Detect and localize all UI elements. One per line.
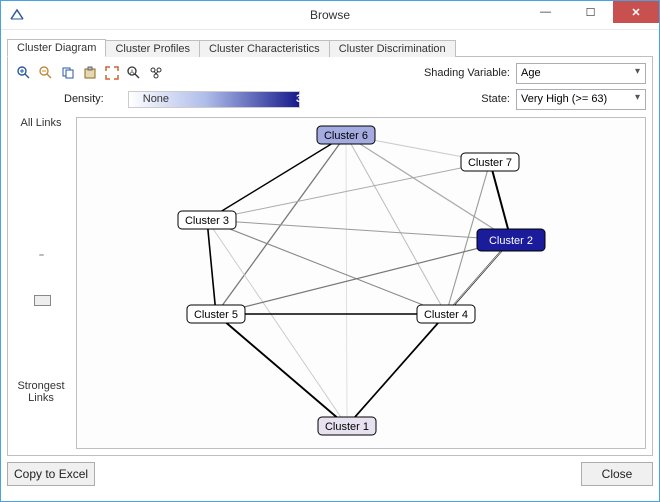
find-icon[interactable]: A	[124, 63, 144, 83]
tab-strip: Cluster Diagram Cluster Profiles Cluster…	[7, 35, 653, 57]
link-strength-slider-column: All Links Strongest Links	[14, 117, 68, 449]
cluster-node-7[interactable]: Cluster 7	[461, 153, 519, 171]
svg-text:Cluster 7: Cluster 7	[468, 157, 512, 169]
density-percent: 36%	[296, 93, 318, 105]
fit-screen-icon[interactable]	[102, 63, 122, 83]
state-select[interactable]: Very High (>= 63)	[516, 89, 646, 110]
cluster-diagram-canvas[interactable]: Cluster 6 Cluster 7 Cluster 3 Cluster 2 …	[76, 117, 646, 449]
cluster-node-6[interactable]: Cluster 6	[317, 126, 375, 144]
close-window-button[interactable]: ✕	[613, 1, 659, 23]
paste-icon[interactable]	[80, 63, 100, 83]
slider-bottom-label: Strongest Links	[17, 380, 64, 404]
svg-text:Cluster 5: Cluster 5	[194, 309, 238, 321]
cluster-node-4[interactable]: Cluster 4	[417, 305, 475, 323]
tab-panel: A Shading Variable: Age Density: None 36…	[7, 57, 653, 456]
link-strength-track[interactable]	[39, 254, 44, 256]
slider-top-label: All Links	[21, 117, 62, 129]
density-label: Density:	[64, 93, 104, 105]
minimize-button[interactable]: —	[523, 1, 568, 23]
app-icon	[7, 5, 27, 25]
tab-cluster-characteristics[interactable]: Cluster Characteristics	[200, 40, 330, 57]
shading-variable-select[interactable]: Age	[516, 63, 646, 84]
zoom-out-icon[interactable]	[36, 63, 56, 83]
svg-text:A: A	[130, 70, 134, 76]
svg-text:Cluster 3: Cluster 3	[185, 215, 229, 227]
layout-icon[interactable]	[146, 63, 166, 83]
cluster-node-3[interactable]: Cluster 3	[178, 211, 236, 229]
svg-text:Cluster 6: Cluster 6	[324, 130, 368, 142]
shading-variable-label: Shading Variable:	[424, 67, 510, 79]
titlebar: Browse — ☐ ✕	[1, 1, 659, 30]
toolbar: A	[14, 63, 166, 83]
state-label: State:	[481, 93, 510, 105]
svg-text:Cluster 4: Cluster 4	[424, 309, 468, 321]
link-strength-thumb[interactable]	[34, 295, 51, 306]
tab-cluster-profiles[interactable]: Cluster Profiles	[106, 40, 200, 57]
zoom-in-icon[interactable]	[14, 63, 34, 83]
copy-icon[interactable]	[58, 63, 78, 83]
density-none-label: None	[143, 93, 169, 105]
cluster-node-5[interactable]: Cluster 5	[187, 305, 245, 323]
tab-cluster-discrimination[interactable]: Cluster Discrimination	[330, 40, 456, 57]
svg-text:Cluster 2: Cluster 2	[489, 235, 533, 247]
cluster-node-2[interactable]: Cluster 2	[477, 229, 545, 251]
cluster-node-1[interactable]: Cluster 1	[318, 417, 376, 435]
maximize-button[interactable]: ☐	[568, 1, 613, 23]
close-button[interactable]: Close	[581, 462, 653, 486]
svg-text:Cluster 1: Cluster 1	[325, 421, 369, 433]
tab-cluster-diagram[interactable]: Cluster Diagram	[7, 39, 106, 57]
copy-to-excel-button[interactable]: Copy to Excel	[7, 462, 95, 486]
